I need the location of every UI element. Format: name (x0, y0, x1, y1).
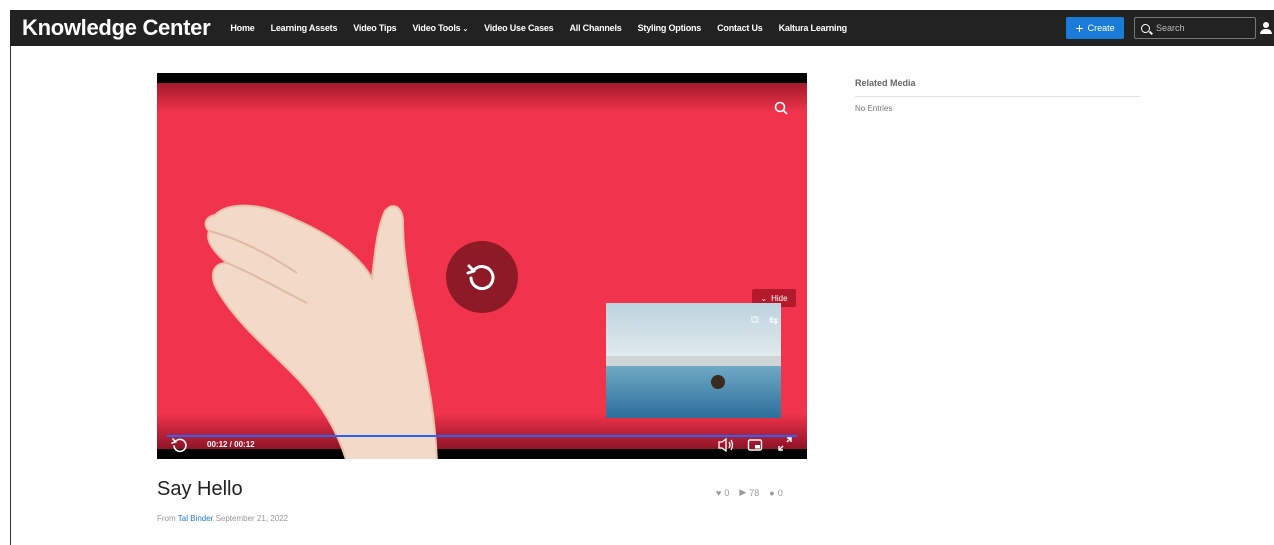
video-frame[interactable]: ⌄ Hide ⧉ ⇆ (157, 83, 807, 459)
nav-item-video-tips[interactable]: Video Tips (353, 23, 396, 33)
plays-stat: ▶ 78 (739, 487, 759, 498)
search-box[interactable] (1134, 17, 1256, 39)
replay-button[interactable] (446, 241, 518, 313)
nav-item-all-channels[interactable]: All Channels (569, 23, 621, 33)
site-brand[interactable]: Knowledge Center (22, 15, 211, 41)
chevron-down-icon: ⌄ (462, 26, 469, 33)
nav-item-video-tools-label: Video Tools (412, 23, 461, 33)
author-link[interactable]: Tal Binder (178, 514, 214, 523)
comments-stat[interactable]: ● 0 (769, 488, 782, 498)
nav-item-contact-us[interactable]: Contact Us (717, 23, 763, 33)
volume-icon[interactable] (717, 437, 735, 453)
from-label: From (157, 514, 176, 523)
pip-icon[interactable] (747, 437, 763, 453)
pip-expand-icon[interactable]: ⧉ (751, 314, 759, 327)
nav-item-video-tools[interactable]: Video Tools ⌄ (412, 23, 468, 33)
search-icon (1141, 23, 1150, 33)
create-button[interactable]: + Create (1066, 17, 1124, 39)
top-nav-bar: Knowledge Center Home Learning Assets Vi… (10, 10, 1274, 46)
search-input[interactable] (1156, 23, 1246, 33)
nav-item-styling-options[interactable]: Styling Options (638, 23, 702, 33)
user-icon[interactable] (1260, 22, 1272, 34)
comment-icon: ● (769, 487, 775, 498)
publish-date: September 21, 2022 (215, 514, 289, 523)
pip-controls: ⧉ ⇆ (751, 314, 778, 327)
player-controls: 00:12 / 00:12 (157, 433, 807, 457)
hide-pip-label: Hide (771, 293, 788, 303)
plays-count: 78 (749, 487, 760, 498)
plus-icon: + (1075, 20, 1084, 36)
swimmer-figure (711, 375, 725, 389)
related-media-title: Related Media (855, 78, 916, 88)
media-byline: From Tal Binder September 21, 2022 (157, 514, 288, 523)
main-nav: Home Learning Assets Video Tips Video To… (230, 23, 847, 33)
play-icon: ▶ (739, 487, 747, 497)
hand-image (204, 204, 438, 459)
chevron-down-icon: ⌄ (760, 293, 768, 303)
nav-item-kaltura-learning[interactable]: Kaltura Learning (779, 23, 848, 33)
replay-small-icon[interactable] (171, 437, 187, 453)
replay-icon (466, 264, 495, 291)
video-player[interactable]: ⌄ Hide ⧉ ⇆ 00:12 / 00:12 (157, 73, 807, 459)
related-media-empty: No Entries (855, 104, 893, 113)
heart-icon: ♥ (716, 487, 722, 498)
media-title: Say Hello (157, 478, 243, 500)
time-display: 00:12 / 00:12 (207, 440, 255, 449)
pip-swap-icon[interactable]: ⇆ (769, 314, 778, 327)
media-stats: ♥ 0 ▶ 78 ● 0 (716, 487, 783, 498)
create-button-label: Create (1087, 23, 1115, 33)
likes-count: 0 (724, 487, 730, 498)
zoom-icon[interactable] (774, 101, 788, 115)
nav-item-video-use-cases[interactable]: Video Use Cases (484, 23, 554, 33)
likes-stat[interactable]: ♥ 0 (716, 488, 729, 498)
nav-item-learning-assets[interactable]: Learning Assets (271, 23, 338, 33)
divider (855, 96, 1140, 97)
fullscreen-icon[interactable] (777, 436, 793, 452)
comments-count: 0 (777, 487, 783, 498)
nav-item-home[interactable]: Home (230, 23, 254, 33)
